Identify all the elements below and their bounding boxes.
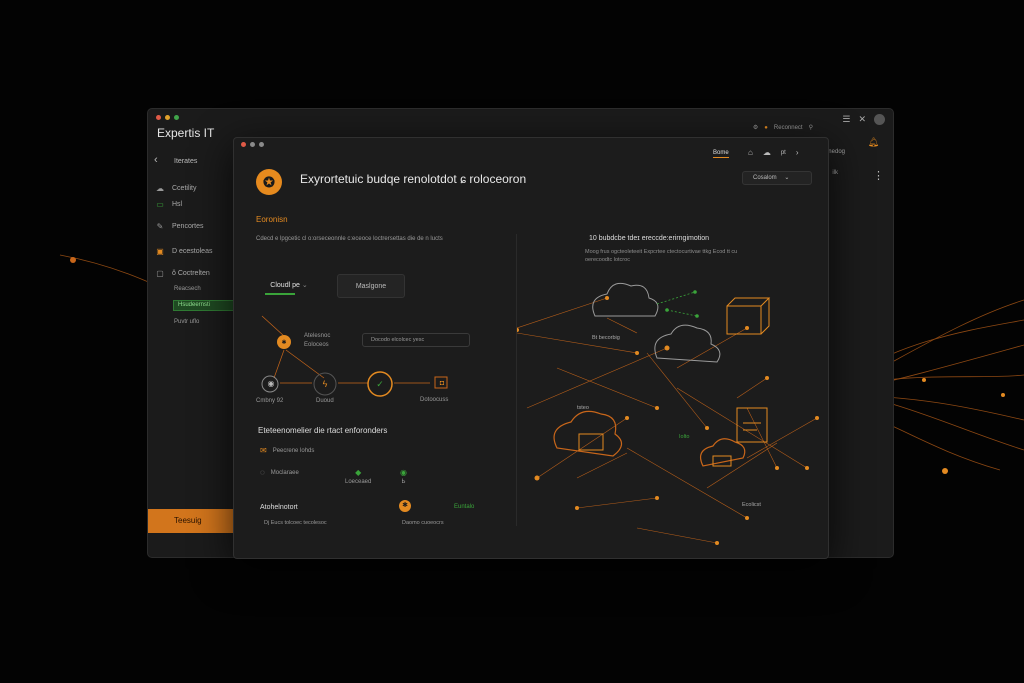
back-top-status: ⚙ ● Reconnect ⚲ [753,124,813,132]
page-title: Exyrortetuic budqe renolotdot ɕ roloceor… [300,172,527,186]
back-window-controls[interactable] [156,115,179,120]
sidebar-item-4[interactable]: ▢ ǒ Coctrelten [156,267,236,279]
lower-bottom-right-sub: Daomo cuoeocrs [402,520,444,526]
clock-icon: ◌ [260,468,265,477]
flow-status-field[interactable]: Docodo elcolcec yesc [362,333,470,347]
flow-node-label-0: Cmbny 92 [256,398,284,404]
chevron-left-icon[interactable]: ‹ [154,154,158,166]
eye-icon[interactable]: ◉ [264,377,278,391]
sidebar-item-label: Pencortes [172,222,204,230]
cloud-icon[interactable]: ☁ [763,148,771,157]
kebab-menu-icon[interactable]: ⋮ [873,169,884,182]
sidebar-item-3[interactable]: ▣ D ecestoleas [156,245,236,257]
top-link-2[interactable]: pt [781,150,786,156]
network-label-3: Ecolicst [742,502,761,508]
section-label: Eoronisn [256,215,288,224]
gear-icon[interactable]: ✱ [399,500,411,512]
sidebar-bottom-button[interactable]: Teesuig [148,509,235,533]
flow-node-top-sub: Eoloceos [304,342,329,348]
check-icon: ◆ [355,468,362,477]
sidebar-item-label: Ccetility [172,184,197,192]
monitor-icon: ▭ [156,199,164,209]
sidebar-subitem-2[interactable]: Puvtr uflo [174,319,199,325]
back-right-item: ilk [832,170,838,176]
lightning-icon[interactable]: ϟ [318,377,332,391]
shield-icon: ✉ [260,446,267,455]
tab-manage[interactable]: Maslgone [337,274,405,298]
network-label-0: Bt becorbig [592,335,620,341]
lock-icon[interactable]: ◘ [436,378,448,390]
sidebar-heading: Iterates [174,158,198,165]
front-window: Bome ⌂ ☁ pt › ✪ Exyrortetuic budqe renol… [233,137,829,559]
wrench-icon: ✎ [156,221,164,231]
maximize-dot[interactable] [174,115,179,120]
network-label-2: Iolto [679,434,690,440]
network-label-1: tsteo [577,405,589,411]
lower-row-1[interactable]: ◌ Moclaraee [260,468,299,477]
view-dropdown[interactable]: Cosalom ⌄ [742,171,812,185]
maximize-dot[interactable] [259,142,264,147]
check-icon[interactable]: ✓ [373,377,387,391]
nav-link-home[interactable]: Bome [713,150,729,158]
flow-node-top-title: Atelesnoc [304,333,331,339]
tab-label: Maslgone [355,283,387,290]
minimize-dot[interactable] [165,115,170,120]
tab-label: Cloudl pe [270,282,300,289]
lock-icon[interactable]: ⚲ [809,124,813,131]
bell-icon[interactable]: ⌂ [748,148,753,157]
lower-row-2[interactable]: ◆ Loeceaed [345,468,371,485]
tab-active-underline [265,293,295,295]
network-diagram [517,282,819,545]
lower-row-3[interactable]: ◉ Ь [400,468,407,485]
bell-icon[interactable]: 🔔︎ [868,137,879,148]
lower-row-label: Ь [401,479,406,485]
window-close-icon[interactable]: ✕ [858,114,866,125]
lower-bottom-heading: Atohelnotort [260,504,298,511]
chart-icon: ▢ [156,268,164,278]
sidebar: ‹ Iterates ☁ Ccetility ▭ Hsl ✎ Pencortes… [148,149,236,557]
avatar[interactable] [874,114,885,125]
sidebar-item-label: ǒ Coctrelten [172,269,210,277]
gear-icon[interactable]: ⚙ [753,124,758,131]
front-window-controls[interactable] [241,142,264,147]
lower-bottom-sub: Dj Eucs tolcoec tecolesoc [264,520,327,526]
lower-row-label: Moclaraee [270,469,299,476]
sidebar-item-label: Hsl [172,200,183,208]
sidebar-item-active[interactable]: Hsudeernsti [173,300,235,311]
cloud-icon: ☁ [156,183,164,193]
back-window-actions: ☰ ✕ [842,114,885,125]
status-dot-icon: ● [764,124,768,131]
network-heading: 10 bubdcbe tdeɪ ereccde:erirngimotion [589,235,710,242]
sidebar-item-1[interactable]: ▭ Hsl [156,198,236,210]
lower-bottom-right-label: Euntalo [454,504,475,510]
sidebar-item-0[interactable]: ☁ Ccetility [156,182,236,194]
flow-node-label-3: Dotoocuss [420,397,449,403]
lower-row-label: Peecrene lohds [272,447,315,454]
gear-icon: ✱ [281,340,287,346]
close-dot[interactable] [241,142,246,147]
flow-node-label-1: Duoud [316,398,334,404]
sidebar-subitem[interactable]: Reacsech [174,286,201,292]
sidebar-item-label: D ecestoleas [172,247,213,255]
close-dot[interactable] [156,115,161,120]
front-top-icons: ⌂ ☁ pt › [748,148,799,157]
minimize-dot[interactable] [250,142,255,147]
status-text: Reconnect [773,124,803,131]
section-description: Cdecd e lpgcetic cl o:orseceonnle c:eceo… [256,236,443,242]
lower-row-0[interactable]: ✉ Peecrene lohds [260,446,314,455]
menu-icon[interactable]: ☰ [842,114,850,125]
lower-row-label: Loeceaed [345,479,372,485]
dropdown-label: Cosalom [753,175,777,181]
chevron-down-icon: ⌄ [784,175,790,181]
check-icon: ◉ [400,468,407,477]
sidebar-item-2[interactable]: ✎ Pencortes [156,220,236,232]
tab-cloud[interactable]: Cloudl pe ⌄ [256,274,322,298]
chevron-right-icon[interactable]: › [796,148,799,157]
app-title: Expertis IT [157,126,215,140]
lower-section-heading: Eteteenomelier die rtact enforonders [258,426,388,435]
grid-icon: ▣ [156,246,164,256]
chevron-down-icon: ⌄ [301,282,308,289]
brand-logo-icon: ✪ [256,169,282,195]
